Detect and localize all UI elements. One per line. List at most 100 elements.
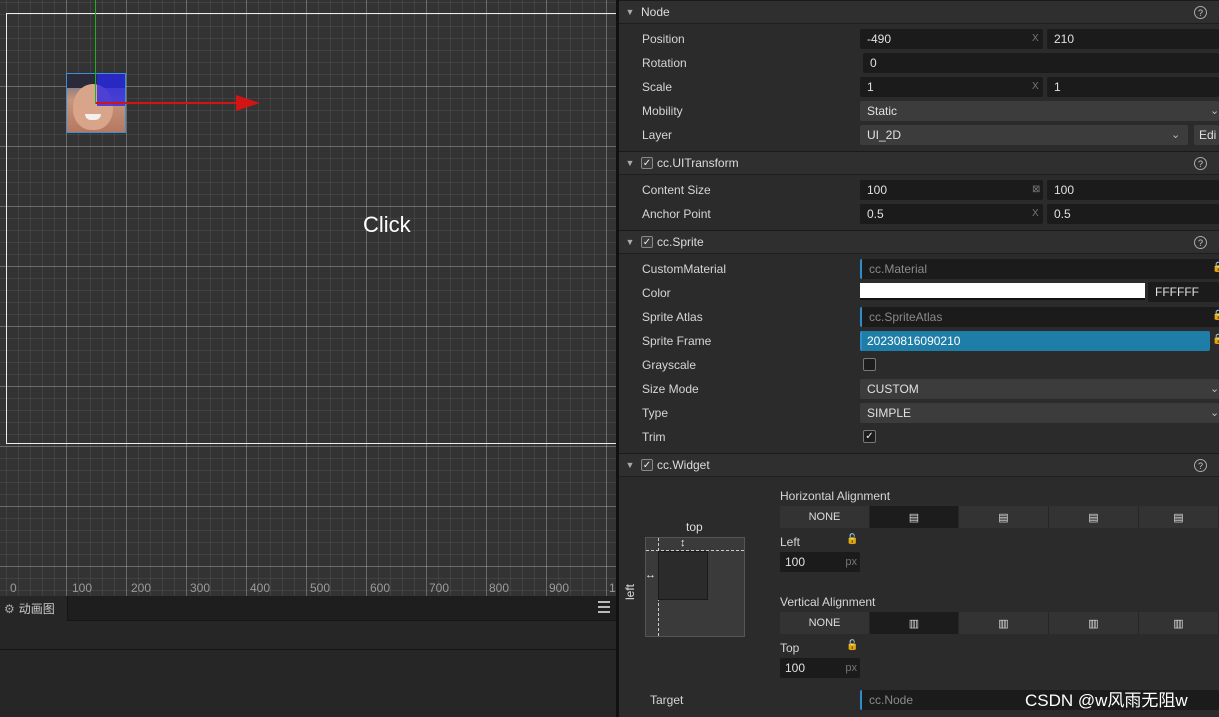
lock-icon[interactable]: 🔒 [1212, 262, 1219, 273]
sprite-frame-field[interactable]: 20230816090210 [860, 331, 1210, 351]
editor-window: Click 0 100 200 300 400 500 600 700 800 … [0, 0, 1219, 717]
sprite-atlas-field[interactable]: cc.SpriteAtlas [860, 307, 1219, 327]
top-margin-input[interactable]: 100 px [780, 658, 860, 678]
rotation-input[interactable]: 0 [863, 53, 1219, 73]
mobility-label: Mobility [642, 104, 683, 118]
align-center-v-icon[interactable]: ▥ [959, 612, 1049, 634]
content-height-input[interactable]: 100 [1047, 180, 1219, 200]
ruler-label: 700 [429, 581, 450, 595]
widget-diagram-top-label: top [686, 520, 703, 534]
gizmo-x-arrow-icon[interactable] [236, 95, 260, 111]
gizmo-y-axis[interactable] [95, 0, 96, 104]
chevron-down-icon[interactable]: ▼ [619, 460, 641, 470]
align-center-h-icon[interactable]: ▤ [959, 506, 1049, 528]
align-right-icon[interactable]: ▤ [1049, 506, 1139, 528]
vertical-alignment-group: NONE ▥ ▥ ▥ ▥ [780, 612, 1219, 634]
left-margin-input[interactable]: 100 px [780, 552, 860, 572]
ruler-label: 600 [370, 581, 391, 595]
v-align-none-button[interactable]: NONE [780, 612, 870, 634]
chevron-down-icon[interactable]: ▼ [619, 7, 641, 17]
scale-y-input[interactable]: 1 [1047, 77, 1219, 97]
position-y-input[interactable]: 210 [1047, 29, 1219, 49]
type-label: Type [642, 406, 669, 420]
lock-open-icon[interactable]: 🔓 [846, 640, 858, 651]
gizmo-x-axis[interactable] [96, 102, 244, 104]
vertical-alignment-label: Vertical Alignment [780, 595, 876, 609]
section-uitransform-header[interactable]: ▼ ✓ cc.UITransform ? [619, 151, 1219, 175]
component-enabled-checkbox[interactable]: ✓ [641, 459, 653, 471]
help-icon[interactable]: ? [1194, 459, 1207, 472]
unit-label: px [845, 662, 857, 674]
align-bottom-icon[interactable]: ▥ [1049, 612, 1139, 634]
help-icon[interactable]: ? [1194, 157, 1207, 170]
align-top-icon[interactable]: ▥ [870, 612, 959, 634]
horizontal-alignment-group: NONE ▤ ▤ ▤ ▤ [780, 506, 1219, 528]
type-select[interactable]: SIMPLE [860, 403, 1219, 423]
top-margin-arrow-icon: ↕ [680, 537, 686, 549]
align-left-icon[interactable]: ▤ [870, 506, 959, 528]
custom-material-field[interactable]: cc.Material [860, 259, 1219, 279]
align-stretch-h-icon[interactable]: ▤ [1139, 506, 1219, 528]
scale-x-input[interactable]: 1 [860, 77, 1043, 97]
horizontal-alignment-label: Horizontal Alignment [780, 489, 891, 503]
help-icon[interactable]: ? [1194, 236, 1207, 249]
section-title: Node [641, 5, 670, 19]
top-margin-label: Top [780, 641, 800, 655]
component-enabled-checkbox[interactable]: ✓ [641, 236, 653, 248]
lock-icon[interactable]: 🔒 [1212, 310, 1219, 321]
ruler-label: 200 [131, 581, 152, 595]
chevron-down-icon[interactable]: ▼ [619, 237, 641, 247]
component-enabled-checkbox[interactable]: ✓ [641, 157, 653, 169]
layer-select[interactable]: UI_2D [860, 125, 1188, 145]
animation-panel-body [0, 621, 616, 717]
h-align-none-button[interactable]: NONE [780, 506, 870, 528]
lock-open-icon[interactable]: 🔓 [846, 534, 858, 545]
color-hex-input[interactable]: FFFFFF [1148, 282, 1219, 302]
chevron-down-icon[interactable]: ⌄ [1210, 406, 1219, 419]
rotation-label: Rotation [642, 56, 687, 70]
section-node-header[interactable]: ▼ Node ? [619, 0, 1219, 24]
position-x-input[interactable]: -490 [860, 29, 1043, 49]
ruler-label: 400 [250, 581, 271, 595]
section-widget-header[interactable]: ▼ ✓ cc.Widget ? [619, 453, 1219, 477]
help-icon[interactable]: ? [1194, 6, 1207, 19]
ruler-label: 800 [489, 581, 510, 595]
section-sprite-header[interactable]: ▼ ✓ cc.Sprite ? [619, 230, 1219, 254]
target-label: Target [650, 693, 684, 707]
position-label: Position [642, 32, 685, 46]
mobility-select[interactable]: Static [860, 101, 1219, 121]
content-width-input[interactable]: 100 [860, 180, 1043, 200]
anchor-point-label: Anchor Point [642, 207, 711, 221]
anchor-x-input[interactable]: 0.5 [860, 204, 1043, 224]
scene-label-click[interactable]: Click [363, 212, 411, 238]
unit-label: px [845, 556, 857, 568]
widget-diagram-left-label: left [623, 583, 638, 601]
chevron-down-icon[interactable]: ⌄ [1210, 382, 1219, 395]
size-mode-label: Size Mode [642, 382, 699, 396]
grayscale-label: Grayscale [642, 358, 697, 372]
axis-label: X [1032, 208, 1039, 219]
color-swatch[interactable] [860, 283, 1145, 300]
anchor-y-input[interactable]: 0.5 [1047, 204, 1219, 224]
chevron-down-icon[interactable]: ⌄ [1210, 104, 1219, 117]
scene-view[interactable]: Click 0 100 200 300 400 500 600 700 800 … [0, 0, 616, 596]
panel-menu-icon[interactable] [598, 601, 610, 613]
layer-edit-button[interactable]: Edi [1194, 125, 1219, 145]
divider [0, 649, 616, 650]
link-icon[interactable]: ⊠ [1032, 184, 1040, 195]
axis-label: X [1032, 81, 1039, 92]
chevron-down-icon[interactable]: ⌄ [1171, 128, 1180, 141]
color-label: Color [642, 286, 671, 300]
ruler-label: 500 [310, 581, 331, 595]
section-title: cc.UITransform [657, 156, 739, 170]
size-mode-select[interactable]: CUSTOM [860, 379, 1219, 399]
tab-animation-graph[interactable]: ⚙ 动画图 [0, 596, 68, 621]
chevron-down-icon[interactable]: ▼ [619, 158, 641, 168]
canvas-border-bottom [6, 443, 616, 444]
grayscale-checkbox[interactable] [863, 358, 876, 371]
lock-icon[interactable]: 🔒 [1212, 334, 1219, 345]
animation-graph-icon: ⚙ [4, 601, 15, 616]
ruler-label: 300 [190, 581, 211, 595]
align-stretch-v-icon[interactable]: ▥ [1139, 612, 1219, 634]
trim-checkbox[interactable]: ✓ [863, 430, 876, 443]
